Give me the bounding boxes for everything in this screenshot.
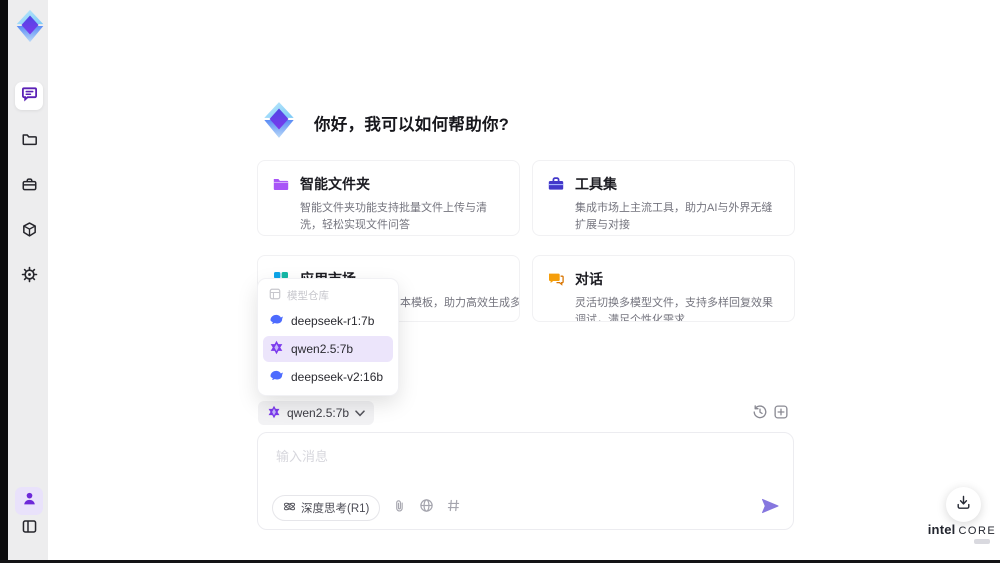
greeting-title: 你好，我可以如何帮助你? [314,115,510,134]
chat-bubble-icon [547,269,565,321]
card-smart-folder[interactable]: 智能文件夹 智能文件夹功能支持批量文件上传与清洗，轻松实现文件问答 [257,160,520,236]
deep-think-toggle[interactable]: 深度思考(R1) [272,495,381,521]
model-dropdown-header-label: 模型仓库 [287,289,329,302]
download-icon [955,494,972,516]
briefcase-icon [21,176,38,198]
composer-toolbar: 深度思考(R1) [272,495,781,521]
qwen-icon [269,340,284,358]
model-option-label: deepseek-r1:7b [291,314,375,328]
model-dropdown: 模型仓库 deepseek-r1:7b qwen2.5:7b deepseek-… [258,279,398,395]
web-search-button[interactable] [418,498,434,518]
history-icon [752,405,768,424]
folder-icon [21,131,38,153]
model-selector-value: qwen2.5:7b [287,406,350,420]
card-dialogue[interactable]: 对话 灵活切换多模型文件，支持多样回复效果调试，满足个性化需求 [532,255,795,322]
model-option-deepseek-r1[interactable]: deepseek-r1:7b [263,308,393,334]
panel-toggle-icon [21,518,38,540]
message-input[interactable] [274,444,768,490]
cube-icon [21,221,38,243]
message-composer: 深度思考(R1) [257,432,794,530]
model-option-label: deepseek-v2:16b [291,370,384,384]
chevron-down-icon [355,406,365,420]
globe-icon [419,498,434,518]
paperclip-icon [392,499,406,518]
smart-folder-icon [272,174,290,233]
intel-core-badge: intel CORE [928,522,996,544]
intel-core-sub-badge [974,539,990,544]
sidebar-item-panel-toggle[interactable] [15,515,43,543]
model-selector-button[interactable]: qwen2.5:7b [258,401,375,425]
new-chat-icon [773,405,789,424]
model-dropdown-header: 模型仓库 [263,284,393,306]
sidebar-item-toolbox[interactable] [15,173,43,201]
repository-icon [269,288,281,303]
card-title: 工具集 [575,176,617,192]
send-button[interactable] [759,497,781,519]
qwen-icon [267,405,281,422]
model-option-qwen[interactable]: qwen2.5:7b [263,336,393,362]
card-desc: 集成市场上主流工具，助力AI与外界无缝扩展与对接 [575,202,773,231]
new-chat-button[interactable] [773,404,789,420]
model-option-label: qwen2.5:7b [291,342,354,356]
sidebar-item-user[interactable] [15,487,43,515]
deepseek-whale-icon [269,368,284,386]
intel-wordmark: intel [927,522,956,537]
app-logo [11,7,49,45]
chat-icon [21,85,38,107]
core-wordmark: CORE [958,525,997,537]
model-option-deepseek-v2[interactable]: deepseek-v2:16b [263,364,393,390]
atom-icon [283,500,296,516]
user-icon [21,490,38,512]
deepseek-whale-icon [269,312,284,330]
sidebar-item-settings[interactable] [15,263,43,291]
send-icon [760,496,780,521]
sidebar-item-models[interactable] [15,218,43,246]
card-toolset[interactable]: 工具集 集成市场上主流工具，助力AI与外界无缝扩展与对接 [532,160,795,236]
gear-icon [21,266,38,288]
grid-hash-icon [446,498,461,518]
history-button[interactable] [752,404,768,420]
sidebar-item-chat[interactable] [15,82,43,110]
app-window: 你好，我可以如何帮助你? 智能文件夹 智能文件夹功能支持批量文件上传与清洗，轻松… [0,0,1000,563]
download-button[interactable] [946,487,981,522]
card-title: 智能文件夹 [300,176,370,192]
greeting: 你好，我可以如何帮助你? [258,99,509,146]
card-desc: 智能文件夹功能支持批量文件上传与清洗，轻松实现文件问答 [300,202,487,231]
left-edge-strip [0,0,8,563]
toolbox-icon [547,174,565,233]
greeting-logo-icon [258,99,300,146]
attach-button[interactable] [391,499,407,518]
sidebar [8,0,48,560]
deep-think-label: 深度思考(R1) [301,503,370,515]
card-title: 对话 [575,271,603,287]
card-desc: 灵活切换多模型文件，支持多样回复效果调试，满足个性化需求 [575,297,773,322]
prompt-library-button[interactable] [445,498,461,518]
sidebar-item-folders[interactable] [15,128,43,156]
